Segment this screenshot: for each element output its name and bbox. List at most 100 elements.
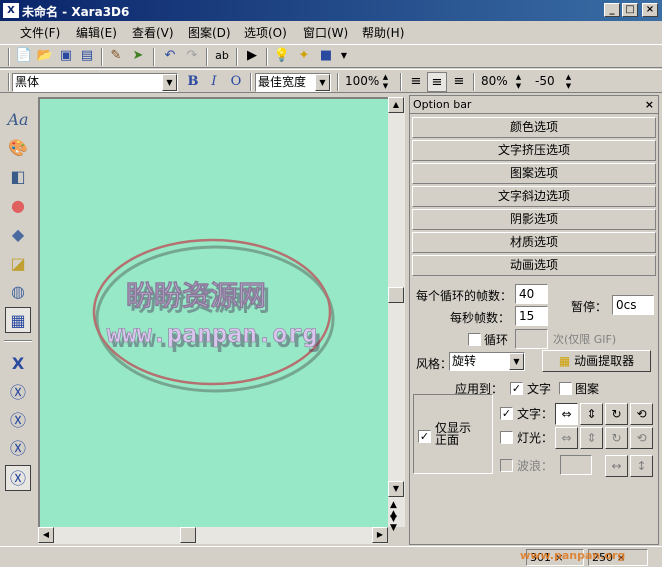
fps-input[interactable]: 15 bbox=[515, 306, 548, 326]
swing-icon[interactable]: ⟲ bbox=[630, 403, 653, 425]
light-checkbox[interactable] bbox=[500, 431, 513, 444]
menu-design[interactable]: 图案(D) bbox=[188, 24, 231, 41]
menu-view[interactable]: 查看(V) bbox=[132, 24, 174, 41]
scroll-left-button[interactable]: ◀ bbox=[38, 527, 54, 543]
shadow-icon[interactable]: ◪ bbox=[5, 251, 31, 277]
align-center-icon[interactable]: ≡ bbox=[427, 72, 447, 92]
rotate-x-icon[interactable]: ⇕ bbox=[580, 403, 603, 425]
wave-checkbox[interactable] bbox=[500, 459, 513, 472]
background-color-icon[interactable]: ■ bbox=[316, 46, 336, 66]
loop-count-input[interactable] bbox=[515, 329, 548, 349]
minimize-button[interactable]: _ bbox=[604, 3, 620, 17]
animation-swing-icon[interactable]: Ⓧ bbox=[5, 408, 31, 434]
design-canvas[interactable]: 盼盼资源网 盼盼资源网 www.panpan.org www.panpan.or… bbox=[38, 97, 388, 527]
open-folder-icon[interactable]: 📂 bbox=[35, 46, 55, 66]
apply-text-checkbox[interactable]: ✓ bbox=[510, 382, 523, 395]
scroll-right-button[interactable]: ▶ bbox=[372, 527, 388, 543]
wave-vertical-icon[interactable]: ↕ bbox=[630, 455, 653, 477]
undo-icon[interactable]: ↶ bbox=[160, 46, 180, 66]
apply-pattern-checkbox[interactable] bbox=[559, 382, 572, 395]
page-down-icon[interactable]: ▼ ▼ bbox=[390, 515, 397, 533]
frames-per-cycle-input[interactable]: 40 bbox=[515, 284, 548, 304]
light-swing-icon[interactable]: ⟲ bbox=[630, 427, 653, 449]
font-tool-icon[interactable]: Aa bbox=[5, 107, 31, 133]
light-rotate-z-icon[interactable]: ↻ bbox=[605, 427, 628, 449]
animation-rotate-icon[interactable]: Ⓧ bbox=[5, 380, 31, 406]
front-only-checkbox[interactable]: ✓ bbox=[418, 430, 431, 443]
section-color-options[interactable]: 颜色选项 bbox=[412, 117, 656, 138]
menu-window[interactable]: 窗口(W) bbox=[303, 24, 348, 41]
vertical-scroll-thumb[interactable] bbox=[388, 287, 404, 303]
light-rotate-x-icon[interactable]: ⇕ bbox=[580, 427, 603, 449]
zoom-spinner[interactable]: ▲ ▼ bbox=[380, 73, 391, 92]
color-palette-icon[interactable]: 🎨 bbox=[5, 135, 31, 161]
menu-help[interactable]: 帮助(H) bbox=[362, 24, 404, 41]
chevron-down-icon[interactable]: ▼ bbox=[334, 46, 354, 66]
width-mode-select[interactable]: 最佳宽度 ▼ bbox=[255, 73, 331, 92]
text-checkbox[interactable]: ✓ bbox=[500, 407, 513, 420]
loop-checkbox[interactable] bbox=[468, 333, 481, 346]
extrude-icon[interactable]: ◧ bbox=[5, 164, 31, 190]
bevel-icon[interactable]: ◆ bbox=[5, 222, 31, 248]
pause-input[interactable]: 0cs bbox=[612, 295, 654, 315]
menu-options[interactable]: 选项(O) bbox=[244, 24, 287, 41]
menu-file[interactable]: 文件(F) bbox=[20, 24, 60, 41]
export-icon[interactable]: ▤ bbox=[77, 46, 97, 66]
rotate-y-icon[interactable]: ⇔ bbox=[555, 403, 578, 425]
animation-active-icon[interactable]: Ⓧ bbox=[5, 465, 31, 491]
animation-tool-icon[interactable]: ▦ bbox=[5, 307, 31, 333]
menu-edit[interactable]: 编辑(E) bbox=[76, 24, 117, 41]
section-texture-options[interactable]: 材质选项 bbox=[412, 232, 656, 253]
close-button[interactable]: × bbox=[642, 3, 658, 17]
font-select[interactable]: 黑体 ▼ bbox=[12, 73, 178, 92]
chevron-down-icon[interactable]: ▼ bbox=[162, 74, 177, 91]
animation-flip-icon[interactable]: Ⓧ bbox=[5, 436, 31, 462]
animation-x-icon[interactable]: X bbox=[5, 351, 31, 377]
line-spacing-spinner[interactable]: ▲ ▼ bbox=[513, 73, 524, 92]
line-spacing-field[interactable]: 80% bbox=[479, 73, 511, 92]
redo-icon[interactable]: ↷ bbox=[182, 46, 202, 66]
italic-button[interactable]: I bbox=[204, 72, 224, 92]
edit-design-icon[interactable]: ➤ bbox=[128, 46, 148, 66]
align-left-icon[interactable]: ≡ bbox=[406, 72, 426, 92]
chevron-down-icon[interactable]: ▼ bbox=[509, 353, 524, 370]
lights-icon[interactable]: ✦ bbox=[294, 46, 314, 66]
section-extrude-options[interactable]: 文字挤压选项 bbox=[412, 140, 656, 161]
loop-gif-note: 次(仅限 GIF) bbox=[553, 333, 617, 346]
horizontal-scrollbar[interactable]: ◀ ▶ bbox=[38, 527, 388, 544]
apply-text-label: 文字 bbox=[527, 382, 552, 396]
animation-extractor-button[interactable]: ▦ 动画提取器 bbox=[542, 350, 651, 372]
wave-horizontal-icon[interactable]: ↔ bbox=[605, 455, 628, 477]
section-pattern-options[interactable]: 图案选项 bbox=[412, 163, 656, 184]
play-animation-icon[interactable]: ▶ bbox=[242, 46, 262, 66]
save-icon[interactable]: ▣ bbox=[56, 46, 76, 66]
light-bulb-icon[interactable]: 💡 bbox=[272, 46, 292, 66]
horizontal-scroll-thumb[interactable] bbox=[180, 527, 196, 543]
letter-spacing-spinner[interactable]: ▲ ▼ bbox=[563, 73, 574, 92]
section-bevel-options[interactable]: 文字斜边选项 bbox=[412, 186, 656, 207]
shade-sphere-icon[interactable]: ● bbox=[5, 193, 31, 219]
zoom-field[interactable]: 100% bbox=[343, 73, 379, 92]
section-animation-options[interactable]: 动画选项 bbox=[412, 255, 656, 276]
frames-per-cycle-label: 每个循环的帧数： bbox=[416, 289, 513, 303]
scroll-up-button[interactable]: ▲ bbox=[388, 97, 404, 113]
maximize-button[interactable]: □ bbox=[622, 3, 638, 17]
bold-button[interactable]: B bbox=[183, 72, 203, 92]
letter-spacing-field[interactable]: -50 bbox=[533, 73, 561, 92]
rotate-z-icon[interactable]: ↻ bbox=[605, 403, 628, 425]
scroll-down-button[interactable]: ▼ bbox=[388, 481, 404, 497]
text-tool-icon[interactable]: ab bbox=[212, 46, 232, 66]
light-rotate-y-icon[interactable]: ⇔ bbox=[555, 427, 578, 449]
vertical-scrollbar[interactable]: ▲ ▼ ▲ ▲ ▼ ▼ bbox=[388, 97, 405, 533]
chevron-down-icon[interactable]: ▼ bbox=[315, 74, 330, 91]
close-icon[interactable]: × bbox=[645, 96, 654, 114]
text-label: 文字： bbox=[517, 407, 554, 421]
wave-input[interactable] bbox=[560, 455, 592, 475]
edit-text-icon[interactable]: ✎ bbox=[106, 46, 126, 66]
outline-button[interactable]: O bbox=[226, 72, 246, 92]
style-select[interactable]: 旋转 ▼ bbox=[449, 352, 525, 371]
section-shadow-options[interactable]: 阴影选项 bbox=[412, 209, 656, 230]
new-file-icon[interactable]: 📄 bbox=[14, 46, 34, 66]
align-right-icon[interactable]: ≡ bbox=[449, 72, 469, 92]
texture-icon[interactable]: ◍ bbox=[5, 279, 31, 305]
